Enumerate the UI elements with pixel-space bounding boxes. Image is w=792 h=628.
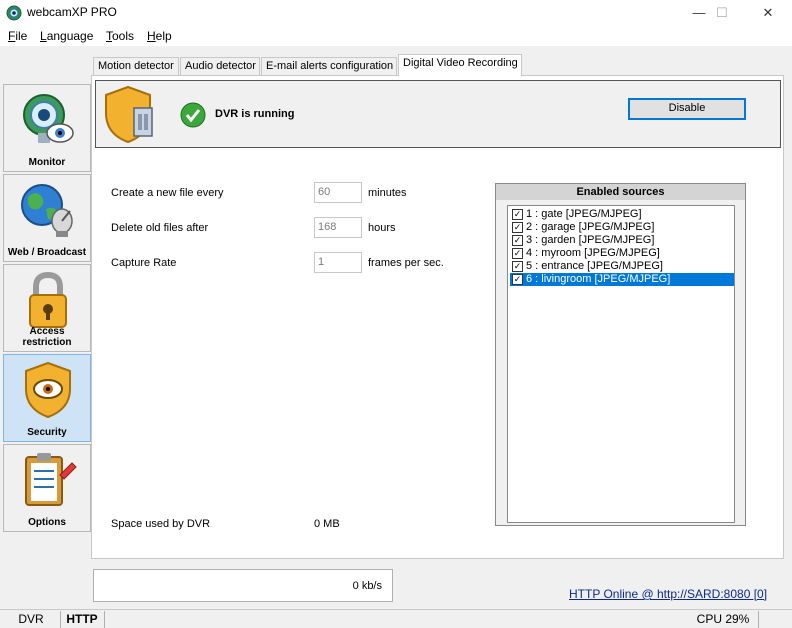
checkbox-checked-icon[interactable]: ✓ xyxy=(512,248,523,259)
dvr-panel: DVR is running Disable Create a new file… xyxy=(91,75,784,559)
tab-email-alerts[interactable]: E-mail alerts configuration xyxy=(261,57,397,76)
checkbox-checked-icon[interactable]: ✓ xyxy=(512,261,523,272)
source-item[interactable]: ✓ 1 : gate [JPEG/MJPEG] xyxy=(510,208,734,221)
checkbox-checked-icon[interactable]: ✓ xyxy=(512,235,523,246)
menu-language[interactable]: Language xyxy=(40,29,93,43)
status-dvr: DVR xyxy=(18,612,44,626)
monitor-eye-icon xyxy=(23,94,74,143)
bandwidth-display: 0 kb/s xyxy=(93,569,393,602)
capture-rate-label: Capture Rate xyxy=(111,257,177,269)
close-button[interactable]: ✕ xyxy=(745,0,791,26)
webcam-app-icon xyxy=(6,5,22,21)
padlock-icon xyxy=(29,271,67,328)
clipboard-checklist-icon xyxy=(25,453,77,506)
status-bar: DVR HTTP CPU 29% xyxy=(0,609,792,628)
checkbox-checked-icon[interactable]: ✓ xyxy=(512,222,523,233)
source-item-selected[interactable]: ✓ 6 : livingroom [JPEG/MJPEG] xyxy=(510,273,734,286)
enabled-sources-title: Enabled sources xyxy=(496,184,745,200)
status-cpu: CPU 29% xyxy=(696,612,750,626)
source-label: 2 : garage [JPEG/MJPEG] xyxy=(526,221,655,233)
sidebar-item-web-broadcast[interactable]: Web / Broadcast xyxy=(3,174,91,262)
menu-help[interactable]: Help xyxy=(147,29,172,43)
disable-button[interactable]: Disable xyxy=(628,98,746,120)
shield-icon xyxy=(105,85,153,144)
capture-rate-input[interactable]: 1 xyxy=(314,252,362,273)
status-separator xyxy=(758,611,759,628)
tab-digital-video-recording[interactable]: Digital Video Recording xyxy=(398,54,522,76)
new-file-unit: minutes xyxy=(368,187,407,199)
source-label: 1 : gate [JPEG/MJPEG] xyxy=(526,208,642,220)
sidebar-item-monitor[interactable]: Monitor xyxy=(3,84,91,172)
source-label: 5 : entrance [JPEG/MJPEG] xyxy=(526,260,663,272)
globe-satellite-icon xyxy=(21,184,73,237)
status-separator xyxy=(60,611,61,628)
space-used-label: Space used by DVR xyxy=(111,518,211,530)
check-circle-icon xyxy=(180,102,206,128)
new-file-label: Create a new file every xyxy=(111,187,224,199)
source-item[interactable]: ✓ 2 : garage [JPEG/MJPEG] xyxy=(510,221,734,234)
sidebar-item-label: Web / Broadcast xyxy=(7,247,87,258)
space-used-value: 0 MB xyxy=(314,518,340,530)
menu-file[interactable]: File xyxy=(8,29,27,43)
delete-old-input[interactable]: 168 xyxy=(314,217,362,238)
dvr-status-box: DVR is running Disable xyxy=(95,80,781,148)
tab-audio-detector[interactable]: Audio detector xyxy=(180,57,260,76)
checkbox-checked-icon[interactable]: ✓ xyxy=(512,209,523,220)
checkbox-checked-icon[interactable]: ✓ xyxy=(512,274,523,285)
maximize-button[interactable]: ☐ xyxy=(699,0,745,26)
window-title: webcamXP PRO xyxy=(27,5,117,19)
source-label: 6 : livingroom [JPEG/MJPEG] xyxy=(526,273,671,285)
enabled-sources-group: Enabled sources ✓ 1 : gate [JPEG/MJPEG] … xyxy=(495,183,746,526)
capture-rate-unit: frames per sec. xyxy=(368,257,444,269)
http-status-link[interactable]: HTTP Online @ http://SARD:8080 [0] xyxy=(569,587,767,601)
title-bar: webcamXP PRO — ☐ ✕ xyxy=(0,0,792,26)
sidebar-item-label: Options xyxy=(28,517,66,528)
source-label: 4 : myroom [JPEG/MJPEG] xyxy=(526,247,660,259)
new-file-interval-input[interactable]: 60 xyxy=(314,182,362,203)
sources-list[interactable]: ✓ 1 : gate [JPEG/MJPEG] ✓ 2 : garage [JP… xyxy=(507,205,735,523)
sidebar-item-label: Monitor xyxy=(28,157,66,168)
bandwidth-rate: 0 kb/s xyxy=(352,580,382,592)
tab-motion-detector[interactable]: Motion detector xyxy=(93,57,179,76)
menu-bar: File Language Tools Help xyxy=(0,26,792,46)
menu-tools[interactable]: Tools xyxy=(106,29,134,43)
sidebar-item-options[interactable]: Options xyxy=(3,444,91,532)
dvr-status-text: DVR is running xyxy=(215,108,295,120)
status-separator xyxy=(104,611,105,628)
delete-old-label: Delete old files after xyxy=(111,222,209,234)
sidebar-item-access-restriction[interactable]: Access restriction xyxy=(3,264,91,352)
source-item[interactable]: ✓ 3 : garden [JPEG/MJPEG] xyxy=(510,234,734,247)
delete-old-unit: hours xyxy=(368,222,396,234)
status-http: HTTP xyxy=(66,612,98,626)
source-item[interactable]: ✓ 4 : myroom [JPEG/MJPEG] xyxy=(510,247,734,260)
source-item[interactable]: ✓ 5 : entrance [JPEG/MJPEG] xyxy=(510,260,734,273)
sidebar-item-security[interactable]: Security xyxy=(3,354,91,442)
shield-eye-icon xyxy=(25,361,71,419)
sidebar-item-label: Security xyxy=(27,427,67,438)
sidebar-item-label: Access restriction xyxy=(22,326,72,348)
source-label: 3 : garden [JPEG/MJPEG] xyxy=(526,234,655,246)
